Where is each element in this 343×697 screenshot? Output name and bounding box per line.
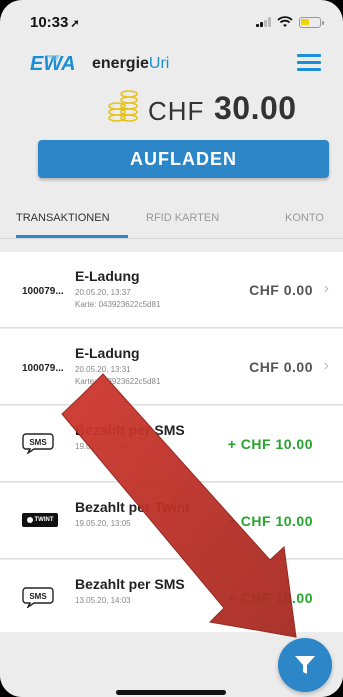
transaction-date: 19.05.20, 13:05 — [75, 519, 131, 528]
twint-icon: TWINT — [22, 513, 58, 527]
status-bar: 10:33 ➚ — [0, 0, 343, 44]
transaction-date: 13.05.20, 14:03 — [75, 596, 131, 605]
sms-icon: SMS — [22, 433, 54, 454]
ewa-logo-icon: EWA — [30, 53, 76, 74]
status-time: 10:33 ➚ — [30, 14, 80, 31]
balance-row: CHF 30.00 — [0, 84, 343, 132]
signal-icon — [256, 17, 271, 27]
transaction-title: Bezahlt per SMS — [75, 422, 185, 438]
filter-button[interactable] — [278, 638, 332, 692]
transaction-title: Bezahlt per SMS — [75, 576, 185, 592]
balance-currency: CHF — [148, 96, 205, 126]
brand-accent: Uri — [148, 55, 170, 72]
transaction-amount: CHF 0.00 — [249, 359, 313, 375]
tab-transactions[interactable]: TRANSAKTIONEN — [16, 212, 110, 224]
svg-text:SMS: SMS — [29, 438, 47, 447]
status-icons — [256, 16, 324, 28]
tab-account[interactable]: KONTO — [285, 212, 324, 224]
transaction-row[interactable]: SMS Bezahlt per SMS 13.05.20, 14:03 + CH… — [0, 560, 343, 636]
transaction-title: Bezahlt per Twint — [75, 499, 190, 515]
transaction-date: 20.05.20, 13:37 — [75, 288, 131, 297]
brand-name: energieUri — [92, 55, 169, 73]
app-header: EWA energieUri CHF 30.00 AUFLADEN — [0, 44, 343, 200]
transaction-station-id: 100079... — [22, 363, 64, 374]
status-time-text: 10:33 — [30, 14, 69, 31]
tab-rfid-cards[interactable]: RFID KARTEN — [146, 212, 219, 224]
home-indicator[interactable] — [116, 690, 226, 695]
twint-badge-text: TWINT — [34, 517, 54, 523]
chevron-right-icon: › — [323, 280, 329, 297]
transaction-row[interactable]: 100079... E-Ladung 20.05.20, 13:31 Karte… — [0, 329, 343, 405]
hamburger-menu-icon[interactable] — [297, 54, 321, 72]
brand-prefix: energie — [92, 55, 149, 72]
transaction-amount: + CHF 10.00 — [227, 513, 313, 529]
transaction-amount: CHF 0.00 — [249, 282, 313, 298]
battery-icon — [299, 16, 324, 28]
location-arrow-icon: ➚ — [70, 18, 80, 30]
transaction-title: E-Ladung — [75, 268, 140, 284]
transaction-row[interactable]: SMS Bezahlt per SMS 19.05.20, 13:06 + CH… — [0, 406, 343, 482]
transaction-row[interactable]: TWINT Bezahlt per Twint 19.05.20, 13:05 … — [0, 483, 343, 559]
chevron-right-icon: › — [323, 357, 329, 374]
sms-icon: SMS — [22, 587, 54, 608]
tab-bar: TRANSAKTIONEN RFID KARTEN KONTO — [0, 200, 343, 238]
transaction-card: Karte: 043923622c5d81 — [75, 377, 161, 386]
transaction-card: Karte: 043923622c5d81 — [75, 300, 161, 309]
wifi-icon — [277, 16, 293, 27]
transaction-station-id: 100079... — [22, 286, 64, 297]
transaction-row[interactable]: 100079... E-Ladung 20.05.20, 13:37 Karte… — [0, 252, 343, 328]
transaction-title: E-Ladung — [75, 345, 140, 361]
coins-icon — [108, 90, 138, 122]
svg-text:SMS: SMS — [29, 592, 47, 601]
topup-button[interactable]: AUFLADEN — [38, 140, 329, 178]
phone-screen: 10:33 ➚ EWA energieUri CHF 30.00 AUFLADE… — [0, 0, 343, 697]
filter-icon — [295, 656, 315, 674]
transaction-date: 19.05.20, 13:06 — [75, 442, 131, 451]
transaction-amount: + CHF 10.00 — [227, 590, 313, 606]
balance-amount: 30.00 — [214, 90, 297, 126]
transaction-amount: + CHF 10.00 — [227, 436, 313, 452]
tabs-divider — [0, 238, 343, 239]
transaction-date: 20.05.20, 13:31 — [75, 365, 131, 374]
